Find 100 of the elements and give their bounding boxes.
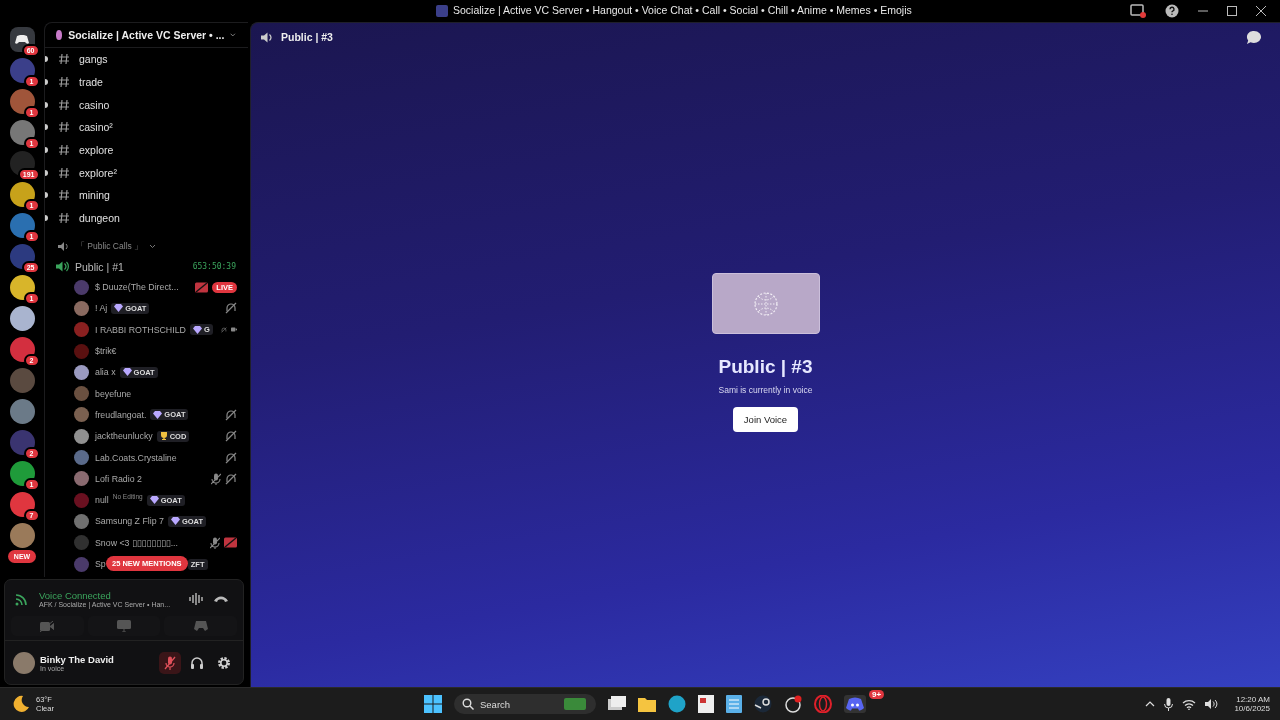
server-header[interactable]: Socialize | Active VC Server • ... — [45, 23, 248, 48]
text-channel[interactable]: mining — [45, 184, 248, 207]
chevron-icon — [230, 32, 236, 38]
avatar[interactable] — [74, 364, 89, 380]
search-icon — [462, 698, 474, 710]
chat-icon[interactable] — [1246, 29, 1262, 45]
document-icon[interactable] — [698, 695, 714, 713]
volume-icon[interactable] — [1205, 698, 1220, 710]
moon-icon[interactable] — [12, 695, 30, 713]
muted-mic-icon — [164, 655, 176, 670]
avatar[interactable] — [74, 450, 89, 465]
hash-icon — [58, 212, 70, 225]
member-name[interactable]: null — [95, 495, 109, 506]
signal-icon — [15, 592, 29, 606]
member-name[interactable]: Lab.Coats.Crystaline — [95, 452, 177, 463]
windows-start-icon[interactable] — [424, 695, 442, 713]
join-voice-button[interactable]: Join Voice — [732, 407, 799, 432]
member-name[interactable]: $ Duuze(The Direct... — [95, 282, 179, 293]
server-icon[interactable] — [9, 399, 35, 424]
text-channel[interactable]: dungeon — [45, 206, 248, 230]
member-name[interactable]: jacktheunlucky — [95, 431, 153, 442]
mute-button[interactable] — [159, 651, 181, 674]
call-timer: 653:50:39 — [192, 262, 236, 271]
speaker-icon — [261, 31, 274, 43]
globe-icon[interactable] — [668, 695, 686, 713]
app-icon[interactable] — [784, 695, 802, 713]
channel-name: trade — [79, 76, 103, 89]
chevron-up-icon[interactable] — [1145, 701, 1156, 707]
deafened-icon — [225, 472, 237, 485]
category-name[interactable]: 「 Public Calls 」 — [76, 240, 144, 253]
unread-marker — [45, 101, 48, 108]
inbox-icon[interactable] — [1130, 4, 1146, 18]
muted-mic-icon — [211, 472, 221, 485]
gem-icon — [122, 368, 132, 377]
folder-icon[interactable] — [638, 696, 656, 712]
hang-up-icon[interactable] — [213, 595, 229, 603]
deafened-icon — [225, 451, 237, 464]
avatar[interactable] — [74, 300, 89, 316]
member-name[interactable]: Samsung Z Flip 7 — [95, 516, 164, 527]
text-channel[interactable]: trade — [45, 70, 248, 94]
soundwave-icon[interactable] — [189, 592, 203, 606]
search-highlight-icon — [564, 698, 586, 710]
opera-icon[interactable] — [814, 695, 832, 713]
avatar[interactable] — [74, 428, 89, 444]
deafened-icon — [225, 408, 237, 421]
chevron-icon — [149, 244, 157, 249]
gem-icon — [192, 325, 202, 334]
server-icon[interactable] — [9, 523, 35, 548]
unread-marker — [45, 215, 48, 222]
window-title: Socialize | Active VC Server • Hangout • Voice Chat • Call • Social • Chill • Anime • Memes • Emojis — [453, 4, 912, 16]
help-icon[interactable] — [1165, 4, 1179, 18]
settings-icon — [217, 655, 231, 670]
member-name[interactable]: Snow <3 ▯▯▯▯▯▯▯▯... — [95, 537, 178, 548]
server-icon — [56, 30, 63, 40]
channel-name: casino² — [79, 121, 113, 134]
member-name[interactable]: alia x — [95, 367, 116, 378]
avatar[interactable] — [74, 471, 89, 487]
steam-icon[interactable] — [754, 695, 772, 713]
channel-heading: Public | #3 — [718, 356, 813, 378]
stream-off-icon — [195, 281, 209, 293]
text-channel[interactable]: casino — [45, 93, 248, 117]
search-field[interactable]: Search — [454, 694, 596, 714]
hash-icon — [58, 121, 70, 134]
unread-marker — [45, 79, 48, 86]
close-icon[interactable] — [1256, 6, 1266, 16]
voice-channel[interactable]: Public | #1 — [75, 260, 124, 273]
trophy-icon — [159, 432, 168, 441]
maximize-icon[interactable] — [1227, 6, 1237, 16]
discord-taskbar-button[interactable] — [844, 695, 866, 713]
task-view-icon[interactable] — [608, 696, 626, 712]
member-name[interactable]: Sp — [95, 559, 106, 569]
member-name[interactable]: I RABBI ROTHSCHILD — [95, 324, 186, 335]
unread-marker — [45, 169, 48, 176]
text-channel[interactable]: casino² — [45, 116, 248, 139]
text-channel[interactable]: explore — [45, 138, 248, 162]
wifi-icon[interactable] — [1182, 698, 1197, 710]
muted-mic-icon — [210, 536, 220, 549]
member-name[interactable]: ! Aj — [95, 303, 108, 314]
avatar[interactable] — [74, 407, 89, 423]
avatar[interactable] — [74, 513, 89, 529]
channel-name: dungeon — [79, 212, 120, 225]
text-channel[interactable]: explore² — [45, 161, 248, 185]
member-name[interactable]: freudlangoat. — [95, 409, 147, 420]
member-name[interactable]: Lofi Radio 2 — [95, 473, 142, 484]
avatar[interactable] — [13, 651, 35, 674]
channel-title: Public | #3 — [281, 31, 333, 43]
text-channel[interactable]: gangs — [45, 48, 248, 71]
unread-marker — [45, 147, 48, 154]
microphone-icon[interactable] — [1164, 697, 1174, 711]
voice-status[interactable]: Voice Connected — [39, 590, 179, 601]
unread-marker — [45, 192, 48, 199]
server-icon[interactable] — [9, 306, 35, 331]
deafened-icon — [225, 430, 237, 443]
clock[interactable]: 12:20 AM 10/6/2025 — [1234, 695, 1270, 713]
member-name[interactable]: $trik€ — [95, 346, 117, 357]
member-name[interactable]: beyefune — [95, 388, 132, 399]
voice-occupancy-text: Sami is currently in voice — [718, 385, 813, 395]
speaker-icon — [58, 242, 70, 251]
globe-icon — [752, 290, 779, 317]
hash-icon — [58, 144, 70, 157]
